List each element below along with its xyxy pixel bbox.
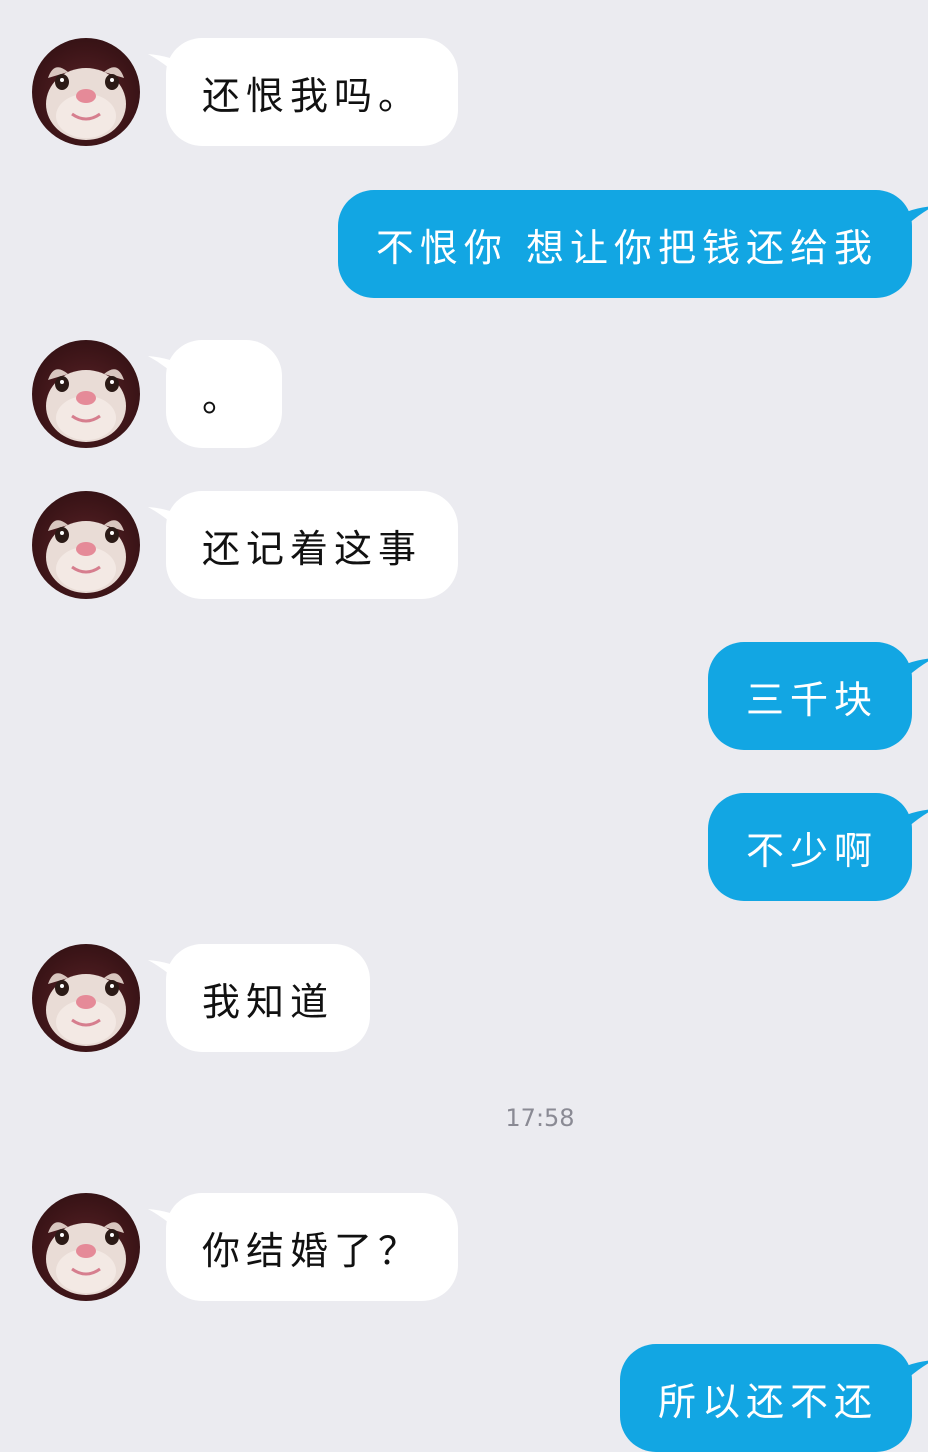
message-text: 我知道 <box>202 979 335 1024</box>
bubble-tail <box>894 658 928 690</box>
outgoing-message-bubble[interactable]: 不少啊 <box>707 793 928 901</box>
cat-face-icon <box>46 369 126 442</box>
contact-avatar[interactable] <box>32 1193 140 1301</box>
message-text: 所以还不还 <box>657 1379 878 1424</box>
message-text: 还记着这事 <box>202 526 423 571</box>
cat-face-icon <box>46 1222 126 1295</box>
cat-face-icon <box>46 520 126 593</box>
contact-avatar[interactable] <box>32 491 140 599</box>
incoming-message-bubble[interactable]: 我知道 <box>166 944 371 1052</box>
outgoing-message-bubble[interactable]: 三千块 <box>707 642 928 750</box>
incoming-message-bubble[interactable]: 你结婚了？ <box>166 1193 459 1301</box>
cat-face-icon <box>46 67 126 140</box>
bubble-tail <box>894 206 928 238</box>
contact-avatar[interactable] <box>32 944 140 1052</box>
bubble-tail <box>894 1360 928 1392</box>
message-text: 还恨我吗。 <box>202 73 423 118</box>
incoming-message-bubble[interactable]: 还恨我吗。 <box>166 38 459 146</box>
contact-avatar[interactable] <box>32 38 140 146</box>
message-text: 三千块 <box>745 677 878 722</box>
cat-face-icon <box>46 973 126 1046</box>
message-text: 你结婚了？ <box>202 1228 423 1273</box>
chat-timestamp: 17:58 <box>505 1104 575 1132</box>
message-text: 不恨你 想让你把钱还给我 <box>375 225 878 270</box>
bubble-tail <box>894 809 928 841</box>
outgoing-message-bubble[interactable]: 所以还不还 <box>619 1344 928 1452</box>
message-text: 。 <box>202 375 247 420</box>
contact-avatar[interactable] <box>32 340 140 448</box>
incoming-message-bubble[interactable]: 。 <box>166 340 283 448</box>
outgoing-message-bubble[interactable]: 不恨你 想让你把钱还给我 <box>337 190 928 298</box>
incoming-message-bubble[interactable]: 还记着这事 <box>166 491 459 599</box>
message-text: 不少啊 <box>745 828 878 873</box>
